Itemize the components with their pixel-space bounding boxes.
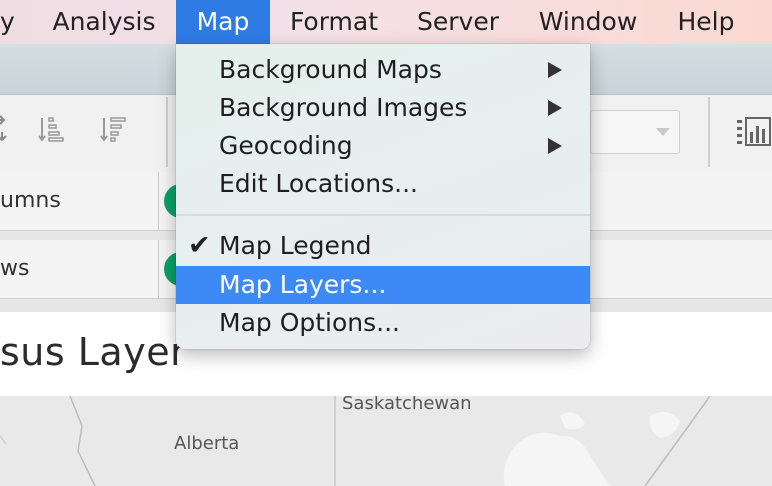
menu-item-edit-locations[interactable]: Edit Locations...	[176, 165, 590, 203]
chevron-down-icon	[656, 128, 670, 136]
menu-item-map-layers[interactable]: Map Layers...	[176, 266, 590, 304]
map-menu: Background Maps Background Images Geocod…	[176, 44, 590, 349]
rows-shelf-label: ws	[0, 256, 30, 281]
submenu-arrow-icon	[548, 62, 562, 78]
menubar-item-help[interactable]: Help	[664, 0, 748, 44]
map-label-alberta: Alberta	[174, 433, 240, 454]
menu-separator	[176, 214, 590, 216]
menubar-item-map[interactable]: Map	[176, 0, 270, 44]
menu-item-label: Edit Locations...	[219, 169, 418, 198]
toolbar-divider	[166, 97, 168, 167]
menubar-item-story[interactable]: y	[0, 0, 30, 44]
checkmark-icon: ✔	[188, 230, 211, 261]
columns-shelf-label: umns	[0, 188, 61, 213]
menu-bar: y Analysis Map Format Server Window Help	[0, 0, 772, 44]
menu-item-background-images[interactable]: Background Images	[176, 89, 590, 127]
submenu-arrow-icon	[548, 100, 562, 116]
menubar-item-format[interactable]: Format	[278, 0, 390, 44]
show-me-icon[interactable]	[736, 116, 772, 146]
shelf-divider	[158, 172, 159, 230]
sort-ascending-icon[interactable]	[38, 114, 66, 144]
menu-item-background-maps[interactable]: Background Maps	[176, 51, 590, 89]
menubar-item-analysis[interactable]: Analysis	[40, 0, 168, 44]
menubar-item-server[interactable]: Server	[404, 0, 512, 44]
menu-item-label: Map Layers...	[219, 270, 387, 299]
menu-item-label: Map Options...	[219, 308, 401, 337]
menu-item-geocoding[interactable]: Geocoding	[176, 127, 590, 165]
menu-item-label: Background Images	[219, 93, 468, 122]
swap-icon[interactable]	[0, 114, 22, 144]
shelf-divider	[158, 240, 159, 298]
menu-item-map-options[interactable]: Map Options...	[176, 304, 590, 342]
sort-descending-icon[interactable]	[100, 114, 128, 144]
map-view[interactable]: Saskatchewan Alberta	[0, 396, 772, 486]
sheet-title: sus Layer	[0, 330, 187, 374]
toolbar-divider	[708, 97, 710, 167]
submenu-arrow-icon	[548, 138, 562, 154]
map-label-saskatchewan: Saskatchewan	[342, 396, 472, 414]
menu-item-label: Map Legend	[219, 231, 372, 260]
menu-item-label: Background Maps	[219, 55, 442, 84]
menu-item-label: Geocoding	[219, 131, 353, 160]
menu-item-map-legend[interactable]: ✔ Map Legend	[176, 227, 590, 265]
menubar-item-window[interactable]: Window	[524, 0, 652, 44]
